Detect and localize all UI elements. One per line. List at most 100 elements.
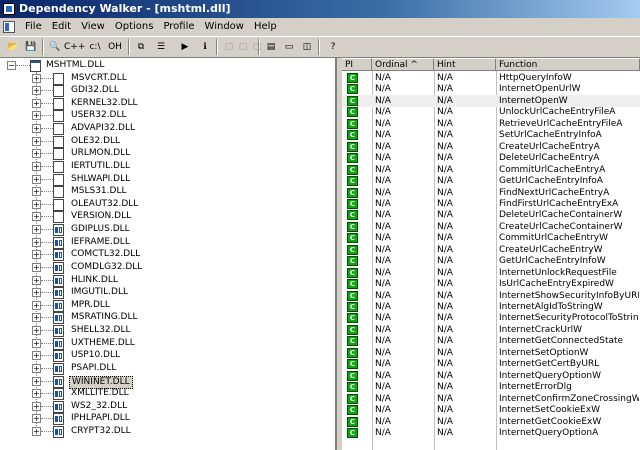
tree-item-label[interactable]: OLEAUT32.DLL — [71, 199, 138, 210]
function-row[interactable]: C N/A N/A RetrieveUrlCacheEntryFileA — [342, 118, 640, 130]
function-row[interactable]: C N/A N/A GetUrlCacheEntryInfoA — [342, 175, 640, 187]
expand-toggle[interactable]: + — [32, 414, 41, 424]
expand-toggle[interactable]: + — [32, 161, 41, 171]
function-row[interactable]: C N/A N/A FindFirstUrlCacheEntryExA — [342, 198, 640, 210]
tree-item-label[interactable]: IPHLPAPI.DLL — [71, 413, 130, 424]
expand-toggle[interactable]: + — [32, 300, 41, 310]
tree-item-label[interactable]: SHELL32.DLL — [71, 325, 130, 336]
properties-button[interactable]: ☰ — [152, 39, 170, 55]
tree-item-label[interactable]: WS2_32.DLL — [71, 401, 127, 412]
function-row[interactable]: C N/A N/A CreateUrlCacheEntryA — [342, 141, 640, 153]
function-row[interactable]: C N/A N/A InternetQueryOptionA — [342, 427, 640, 439]
function-row[interactable]: C N/A N/A CreateUrlCacheEntryW — [342, 244, 640, 256]
expand-toggle[interactable]: + — [32, 262, 41, 272]
tile-vertical-button[interactable]: ◫ — [298, 39, 316, 55]
tree-item-label[interactable]: MSRATING.DLL — [71, 312, 138, 323]
tree-item-label[interactable]: USP10.DLL — [71, 350, 120, 361]
undecorate-button[interactable]: C++ — [64, 39, 85, 55]
function-row[interactable]: C N/A N/A HttpQueryInfoW — [342, 72, 640, 84]
expand-toggle[interactable]: + — [32, 73, 41, 83]
tree-item-label[interactable]: GDIPLUS.DLL — [71, 224, 130, 235]
save-button[interactable]: 💾 — [22, 39, 40, 55]
function-row[interactable]: C N/A N/A InternetSetOptionW — [342, 347, 640, 359]
function-row[interactable]: C N/A N/A DeleteUrlCacheContainerW — [342, 209, 640, 221]
function-row[interactable]: C N/A N/A InternetSecurityProtocolToStringW — [342, 312, 640, 324]
tree-item-label[interactable]: COMCTL32.DLL — [71, 249, 140, 260]
expand-toggle[interactable]: + — [32, 98, 41, 108]
expand-toggle[interactable]: + — [32, 275, 41, 285]
tree-item-label[interactable]: PSAPI.DLL — [71, 363, 116, 374]
expand-toggle[interactable]: + — [32, 288, 41, 298]
expand-toggle[interactable]: + — [32, 338, 41, 348]
expand-toggle[interactable]: + — [32, 111, 41, 121]
function-row[interactable]: C N/A N/A CreateUrlCacheContainerW — [342, 221, 640, 233]
function-row[interactable]: C N/A N/A IsUrlCacheEntryExpiredW — [342, 278, 640, 290]
tree-item-label[interactable]: CRYPT32.DLL — [71, 426, 131, 437]
help-button[interactable]: ? — [324, 39, 342, 55]
tree-item-label[interactable]: GDI32.DLL — [71, 85, 119, 96]
function-row[interactable]: C N/A N/A FindNextUrlCacheEntryA — [342, 187, 640, 199]
function-row[interactable]: C N/A N/A GetUrlCacheEntryInfoW — [342, 255, 640, 267]
expand-toggle[interactable]: + — [32, 124, 41, 134]
expand-toggle[interactable]: + — [32, 363, 41, 373]
tree-item-label[interactable]: WININET.DLL — [69, 375, 133, 389]
copy-button[interactable]: ⧉ — [132, 39, 150, 55]
column-header-hint[interactable]: Hint — [434, 58, 496, 71]
expand-toggle[interactable]: + — [32, 326, 41, 336]
ordinal-button[interactable]: OH — [106, 39, 124, 55]
function-row[interactable]: C N/A N/A InternetUnlockRequestFile — [342, 267, 640, 279]
tree-item-label[interactable]: UXTHEME.DLL — [71, 338, 135, 349]
tree-item-label[interactable]: COMDLG32.DLL — [71, 262, 142, 273]
tree-item-label[interactable]: VERSION.DLL — [71, 211, 131, 222]
expand-toggle[interactable]: + — [32, 149, 41, 159]
function-row[interactable]: C N/A N/A InternetErrorDlg — [342, 381, 640, 393]
expand-toggle[interactable]: + — [32, 351, 41, 361]
function-row[interactable]: C N/A N/A SetUrlCacheEntryInfoA — [342, 129, 640, 141]
tree-item-label[interactable]: HLINK.DLL — [71, 275, 118, 286]
module-tree[interactable]: − MSHTML.DLL + MSVCRT.DLL + GDI32.DLL + KERNEL3… — [0, 58, 337, 450]
tree-item-label[interactable]: USER32.DLL — [71, 110, 127, 121]
tree-item-label[interactable]: IEFRAME.DLL — [71, 237, 130, 248]
column-header-ordinal[interactable]: Ordinal ^ — [372, 58, 434, 71]
profile-button[interactable]: ▶ — [176, 39, 194, 55]
expand-toggle[interactable]: + — [32, 237, 41, 247]
function-row[interactable]: C N/A N/A InternetGetConnectedState — [342, 335, 640, 347]
expand-toggle[interactable]: + — [32, 376, 41, 386]
function-row[interactable]: C N/A N/A InternetGetCertByURL — [342, 358, 640, 370]
tree-item-label[interactable]: IMGUTIL.DLL — [71, 287, 128, 298]
expand-toggle[interactable]: + — [32, 136, 41, 146]
function-row[interactable]: C N/A N/A InternetQueryOptionW — [342, 370, 640, 382]
system-info-button[interactable]: ℹ — [196, 39, 214, 55]
menu-view[interactable]: View — [76, 18, 110, 36]
function-row[interactable]: C N/A N/A InternetShowSecurityInfoByURLW — [342, 290, 640, 302]
expand-toggle[interactable]: + — [32, 313, 41, 323]
expand-toggle[interactable]: + — [32, 389, 41, 399]
function-row[interactable]: C N/A N/A InternetGetCookieExW — [342, 416, 640, 428]
tree-root-label[interactable]: MSHTML.DLL — [46, 60, 104, 71]
expand-toggle[interactable]: + — [32, 174, 41, 184]
path-button[interactable]: c:\ — [86, 39, 104, 55]
tree-item-label[interactable]: OLE32.DLL — [71, 136, 120, 147]
expand-toggle[interactable]: + — [32, 187, 41, 197]
function-row[interactable]: C N/A N/A CommitUrlCacheEntryW — [342, 232, 640, 244]
tree-item-label[interactable]: MSVCRT.DLL — [71, 73, 127, 84]
tree-item-label[interactable]: MPR.DLL — [71, 300, 110, 311]
function-list[interactable]: PI Ordinal ^ Hint Function C N/A N/A HttpQueryI… — [342, 58, 640, 450]
function-row[interactable]: C N/A N/A CommitUrlCacheEntryA — [342, 164, 640, 176]
function-row[interactable]: C N/A N/A InternetSetCookieExW — [342, 404, 640, 416]
function-row[interactable]: C N/A N/A UnlockUrlCacheEntryFileA — [342, 106, 640, 118]
menu-file[interactable]: File — [20, 18, 47, 36]
tree-item-label[interactable]: IERTUTIL.DLL — [71, 161, 130, 172]
tree-item-label[interactable]: ADVAPI32.DLL — [71, 123, 135, 134]
function-row[interactable]: C N/A N/A InternetCrackUrlW — [342, 324, 640, 336]
expand-toggle[interactable]: + — [32, 199, 41, 209]
menu-options[interactable]: Options — [110, 18, 159, 36]
tree-item-label[interactable]: SHLWAPI.DLL — [71, 174, 130, 185]
menu-help[interactable]: Help — [249, 18, 282, 36]
tile-horizontal-button[interactable]: ▭ — [280, 39, 298, 55]
expand-toggle[interactable]: + — [32, 250, 41, 260]
function-row[interactable]: C N/A N/A DeleteUrlCacheEntryA — [342, 152, 640, 164]
function-row[interactable]: C N/A N/A InternetOpenUrlW — [342, 83, 640, 95]
menu-window[interactable]: Window — [200, 18, 249, 36]
menu-profile[interactable]: Profile — [158, 18, 199, 36]
